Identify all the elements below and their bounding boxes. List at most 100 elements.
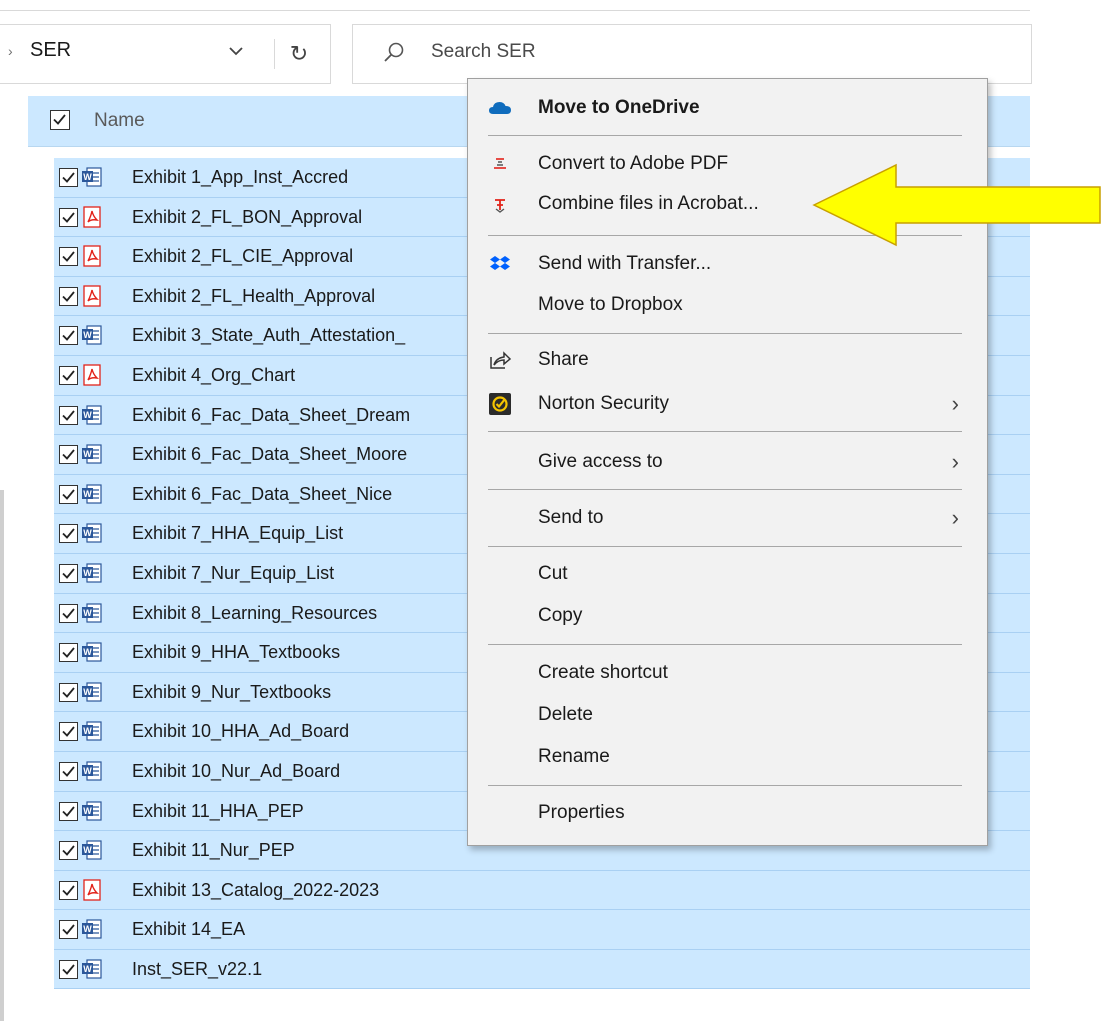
file-name: Exhibit 6_Fac_Data_Sheet_Nice xyxy=(132,483,393,504)
row-checkbox[interactable] xyxy=(59,207,78,227)
row-checkbox[interactable] xyxy=(59,959,78,979)
row-checkbox[interactable] xyxy=(59,326,78,346)
menu-item-properties[interactable]: Properties xyxy=(468,794,987,832)
search-box[interactable]: Search SER xyxy=(352,24,1032,84)
checkmark-icon xyxy=(62,964,75,975)
word-file-icon: W xyxy=(82,761,102,781)
svg-text:W: W xyxy=(83,608,92,618)
word-file-icon: W xyxy=(82,484,102,504)
menu-item-label: Norton Security xyxy=(538,393,669,414)
menu-item-create-shortcut[interactable]: Create shortcut xyxy=(468,654,987,692)
checkmark-icon xyxy=(62,212,75,223)
svg-text:W: W xyxy=(83,568,92,578)
menu-item-share[interactable]: Share xyxy=(468,341,987,379)
file-name: Exhibit 10_HHA_Ad_Board xyxy=(132,721,350,742)
menu-item-label: Cut xyxy=(538,563,568,584)
svg-text:W: W xyxy=(83,924,92,934)
row-checkbox[interactable] xyxy=(59,920,78,940)
checkmark-icon xyxy=(62,489,75,500)
name-column-header[interactable]: Name xyxy=(94,110,145,132)
row-checkbox[interactable] xyxy=(59,405,78,425)
file-row[interactable]: Exhibit 13_Catalog_2022-2023 xyxy=(54,870,1030,911)
address-dropdown-icon[interactable] xyxy=(228,41,244,62)
pdf-file-icon xyxy=(83,285,101,307)
svg-text:W: W xyxy=(83,172,92,182)
menu-item-copy[interactable]: Copy xyxy=(468,597,987,635)
row-checkbox[interactable] xyxy=(59,247,78,267)
row-checkbox[interactable] xyxy=(59,484,78,504)
file-name: Exhibit 8_Learning_Resources xyxy=(132,602,378,623)
onedrive-cloud-icon xyxy=(489,102,511,114)
row-checkbox[interactable] xyxy=(59,643,78,663)
row-checkbox[interactable] xyxy=(59,801,78,821)
word-file-icon: W xyxy=(82,642,102,662)
pdf-file-icon xyxy=(83,205,101,228)
menu-item-give-access-to[interactable]: Give access to › xyxy=(468,443,987,481)
menu-separator xyxy=(488,644,962,645)
menu-item-rename[interactable]: Rename xyxy=(468,738,987,776)
checkmark-icon xyxy=(62,845,75,856)
word-file-icon: W xyxy=(82,325,102,345)
checkmark-icon xyxy=(62,370,75,381)
file-name: Exhibit 9_Nur_Textbooks xyxy=(132,681,332,702)
row-checkbox[interactable] xyxy=(59,286,78,306)
checkmark-icon xyxy=(62,687,75,698)
select-all-checkbox[interactable] xyxy=(50,110,70,130)
checkmark-icon xyxy=(62,568,75,579)
menu-item-delete[interactable]: Delete xyxy=(468,696,987,734)
checkmark-icon xyxy=(62,251,75,263)
row-checkbox[interactable] xyxy=(59,722,78,742)
menu-item-label: Delete xyxy=(538,704,593,725)
file-name: Exhibit 2_FL_BON_Approval xyxy=(132,206,363,227)
row-checkbox[interactable] xyxy=(59,168,78,187)
checkmark-icon xyxy=(62,291,75,302)
row-checkbox[interactable] xyxy=(59,365,78,385)
row-checkbox[interactable] xyxy=(59,524,78,544)
svg-text:W: W xyxy=(83,449,92,459)
checkmark-icon xyxy=(62,330,75,342)
address-bar[interactable]: › SER ↻ xyxy=(0,24,331,84)
file-name: Exhibit 14_EA xyxy=(132,919,246,940)
breadcrumb-chevron-icon: › xyxy=(8,43,13,59)
word-file-icon: W xyxy=(82,602,102,623)
top-divider xyxy=(0,10,1030,11)
svg-text:W: W xyxy=(83,330,92,340)
row-checkbox[interactable] xyxy=(59,603,78,623)
row-checkbox[interactable] xyxy=(59,880,78,900)
row-checkbox[interactable] xyxy=(59,761,78,781)
yellow-pointer-arrow-icon xyxy=(812,163,1101,247)
search-input[interactable]: Search SER xyxy=(431,41,536,63)
file-name: Exhibit 6_Fac_Data_Sheet_Dream xyxy=(132,404,411,425)
menu-item-cut[interactable]: Cut xyxy=(468,555,987,593)
file-row[interactable]: W Exhibit 14_EA xyxy=(54,910,1030,950)
file-row[interactable]: W Inst_SER_v22.1 xyxy=(54,949,1030,990)
checkmark-icon xyxy=(62,726,75,738)
row-checkbox[interactable] xyxy=(59,841,78,861)
menu-item-send-to[interactable]: Send to › xyxy=(468,499,987,537)
share-icon xyxy=(490,351,512,369)
menu-item-label: Send with Transfer... xyxy=(538,253,712,274)
file-name: Exhibit 11_HHA_PEP xyxy=(132,800,304,821)
file-name: Exhibit 2_FL_Health_Approval xyxy=(132,285,376,306)
checkmark-icon xyxy=(62,766,75,777)
left-scrollbar[interactable] xyxy=(0,490,4,1021)
row-checkbox[interactable] xyxy=(59,445,78,465)
word-file-icon: W xyxy=(82,444,102,464)
menu-item-label: Move to Dropbox xyxy=(538,294,683,315)
menu-item-norton-security[interactable]: Norton Security › xyxy=(468,385,987,423)
svg-text:W: W xyxy=(83,489,92,499)
menu-item-label: Rename xyxy=(538,746,610,767)
file-name: Exhibit 10_Nur_Ad_Board xyxy=(132,760,341,781)
checkmark-icon xyxy=(62,409,75,421)
menu-item-move-to-onedrive[interactable]: Move to OneDrive xyxy=(468,89,987,127)
row-checkbox[interactable] xyxy=(59,563,78,583)
menu-item-send-with-transfer[interactable]: Send with Transfer... xyxy=(468,245,987,283)
menu-item-move-to-dropbox[interactable]: Move to Dropbox xyxy=(468,286,987,324)
row-checkbox[interactable] xyxy=(59,682,78,702)
checkmark-icon xyxy=(62,924,75,936)
menu-separator xyxy=(488,135,962,136)
refresh-button[interactable]: ↻ xyxy=(274,39,317,69)
file-name: Exhibit 11_Nur_PEP xyxy=(132,840,295,861)
address-path[interactable]: SER xyxy=(30,39,71,62)
file-name: Exhibit 2_FL_CIE_Approval xyxy=(132,246,354,267)
